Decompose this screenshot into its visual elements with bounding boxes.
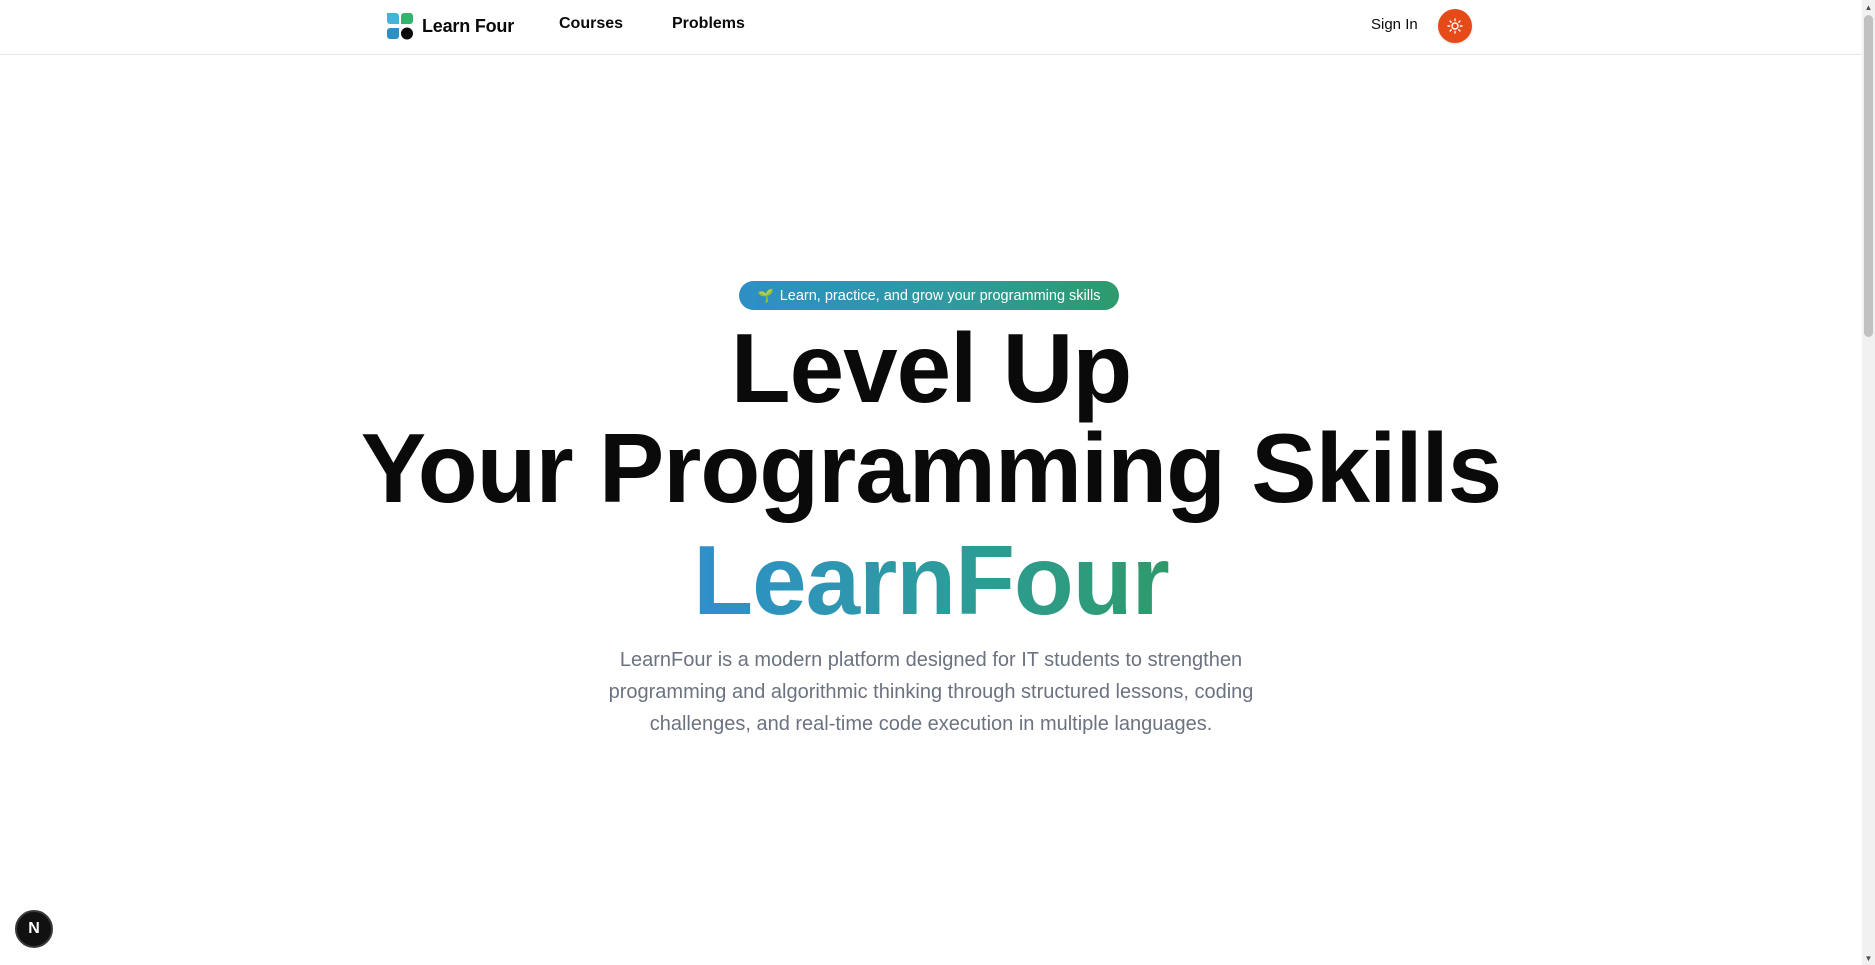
nav-problems-link[interactable]: Problems [672,15,745,33]
hero-tagline-badge: 🌱 Learn, practice, and grow your program… [739,281,1119,310]
scroll-up-arrow-icon[interactable]: ▲ [1862,0,1875,14]
hero-title-line-2: Your Programming Skills [360,413,1503,523]
sign-in-link[interactable]: Sign In [1371,16,1418,33]
sun-icon [1447,18,1463,34]
vertical-scrollbar[interactable]: ▲ ▼ [1862,0,1875,965]
page: Learn Four Courses Problems Sign In 🌱 Le… [0,0,1875,965]
scrollbar-thumb[interactable] [1864,15,1873,337]
seedling-icon: 🌱 [757,288,774,303]
hero-description: LearnFour is a modern platform designed … [608,649,1254,735]
hero-title: Level Up Your Programming Skills [0,318,1862,518]
dev-tools-badge[interactable]: N [15,910,53,948]
learnfour-logo-icon [387,13,413,40]
brand-home-link[interactable]: Learn Four [384,10,514,42]
nav-courses-link[interactable]: Courses [559,15,623,33]
hero-brand-highlight: LearnFour [0,530,1862,630]
hero-brand-highlight-text: LearnFour [693,525,1170,635]
hero-tagline-text: Learn, practice, and grow your programmi… [779,287,1101,304]
brand-name: Learn Four [422,15,515,36]
scroll-down-arrow-icon[interactable]: ▼ [1862,951,1875,965]
top-navbar: Learn Four Courses Problems Sign In [0,0,1862,55]
theme-toggle-button[interactable] [1438,9,1472,43]
hero-title-line-1: Level Up [730,313,1132,423]
